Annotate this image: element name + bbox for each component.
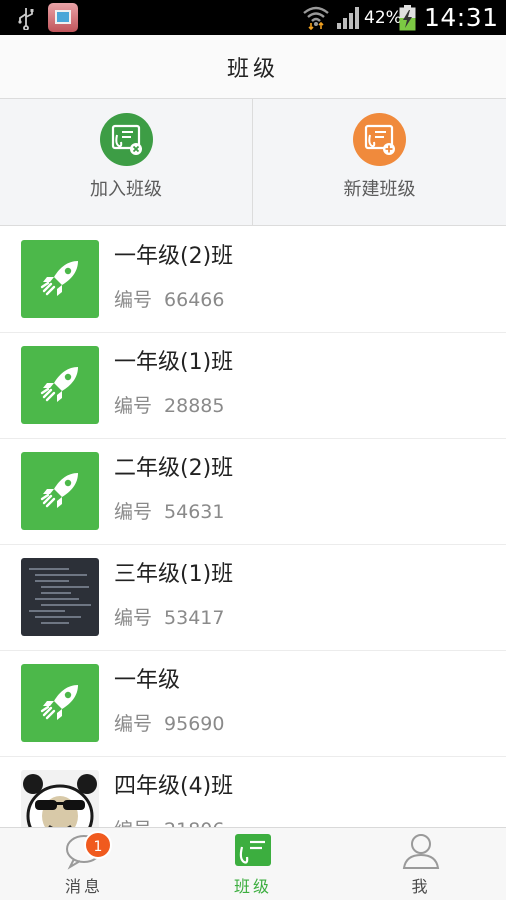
clock: 14:31 [424, 3, 499, 32]
signal-icon [337, 7, 359, 29]
class-name: 三年级(1)班 [114, 562, 234, 587]
rocket-icon [40, 261, 78, 296]
unread-badge: 1 [84, 831, 112, 859]
rocket-icon [40, 473, 78, 508]
bottom-nav: 1 消息 班级 我 [0, 827, 506, 900]
class-code: 编号 54631 [114, 501, 225, 523]
class-avatar [21, 346, 99, 424]
usb-icon [18, 8, 34, 30]
class-avatar-photo [21, 558, 99, 636]
tab-messages[interactable]: 1 消息 [0, 828, 168, 900]
class-name: 四年级(4)班 [114, 774, 234, 799]
class-code: 编号 53417 [114, 607, 225, 629]
class-code: 编号 28885 [114, 395, 225, 417]
create-class-icon [364, 124, 395, 155]
class-list-item[interactable]: 一年级 编号 95690 [0, 651, 506, 757]
app-notification-icon [48, 3, 78, 32]
class-name: 一年级(2)班 [114, 244, 234, 269]
tab-classes[interactable]: 班级 [169, 828, 337, 900]
class-avatar-photo [21, 770, 99, 827]
create-class-icon-circle [353, 113, 406, 166]
rocket-icon [40, 367, 78, 402]
panda-meme-image [21, 770, 99, 827]
class-avatar [21, 452, 99, 530]
tab-me[interactable]: 我 [337, 828, 505, 900]
join-class-label: 加入班级 [90, 179, 162, 200]
create-class-button[interactable]: 新建班级 [253, 99, 506, 225]
create-class-label: 新建班级 [343, 179, 416, 200]
rocket-icon [40, 685, 78, 720]
join-class-icon [111, 124, 142, 155]
class-list-item[interactable]: 三年级(1)班 编号 53417 [0, 545, 506, 651]
class-list-item[interactable]: 一年级(2)班 编号 66466 [0, 227, 506, 333]
class-avatar [21, 664, 99, 742]
class-name: 一年级 [114, 668, 181, 693]
tab-classes-label: 班级 [233, 877, 272, 896]
class-code: 编号 95690 [114, 713, 225, 735]
class-avatar [21, 240, 99, 318]
wifi-icon [303, 6, 329, 30]
class-name: 二年级(2)班 [114, 456, 234, 481]
tab-me-label: 我 [411, 877, 431, 896]
battery-percent: 42% [364, 8, 402, 28]
class-list-item[interactable]: 二年级(2)班 编号 54631 [0, 439, 506, 545]
class-board-icon [235, 834, 271, 866]
class-actions: 加入班级 新建班级 [0, 99, 506, 226]
join-class-button[interactable]: 加入班级 [0, 99, 253, 225]
battery-charging-icon [399, 5, 416, 31]
tab-messages-label: 消息 [64, 877, 103, 896]
user-profile-icon [402, 834, 440, 869]
class-code: 编号 66466 [114, 289, 225, 311]
class-list-item[interactable]: 一年级(1)班 编号 28885 [0, 333, 506, 439]
title-bar: 班级 [0, 35, 506, 99]
class-code: 编号21806 [114, 816, 224, 827]
class-list[interactable]: 一年级(2)班 编号 66466 一年级(1)班 编号 28885 二年级(2)… [0, 227, 506, 827]
status-bar: 42% 14:31 [0, 0, 506, 35]
join-class-icon-circle [100, 113, 153, 166]
class-name: 一年级(1)班 [114, 350, 234, 375]
class-list-item[interactable]: 四年级(4)班 编号21806 [0, 757, 506, 827]
page-title: 班级 [226, 57, 279, 82]
